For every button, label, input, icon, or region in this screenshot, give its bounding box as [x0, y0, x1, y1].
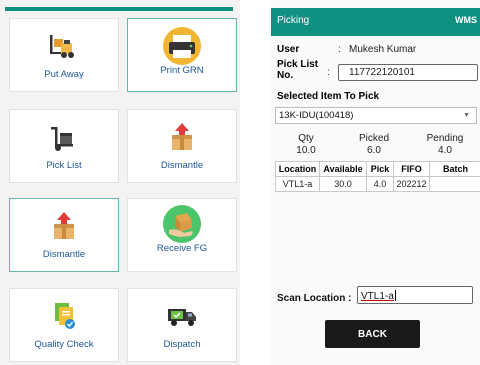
hand-truck-icon: [48, 120, 80, 154]
user-value: Mukesh Kumar: [349, 44, 417, 55]
forklift-icon: [47, 29, 81, 63]
quality-check-tile[interactable]: Quality Check: [9, 288, 119, 362]
tile-label: Pick List: [46, 160, 82, 171]
selected-item-label: Selected Item To Pick: [277, 91, 380, 102]
user-label: User: [277, 44, 300, 55]
print-grn-tile[interactable]: Print GRN: [127, 18, 237, 92]
title-bar: Picking WMS: [271, 8, 480, 36]
tile-label: Dispatch: [163, 339, 201, 350]
pick-list-separator: :: [327, 67, 330, 78]
picked-value: 6.0: [367, 145, 381, 156]
scan-location-input[interactable]: VTL1-a: [357, 286, 473, 304]
qty-value: 10.0: [296, 145, 316, 156]
pending-label: Pending: [426, 133, 464, 144]
app-badge: WMS: [455, 15, 477, 25]
screen-title: Picking: [277, 15, 310, 26]
tile-label: Print GRN: [160, 65, 204, 76]
pick-list-number-field[interactable]: 117722120101: [338, 64, 478, 81]
quality-docs-icon: [49, 299, 79, 333]
menu-top-bar: [5, 7, 233, 11]
pick-list-tile[interactable]: Pick List: [9, 109, 119, 183]
text-caret: [394, 290, 396, 301]
table-cell: 202212: [393, 176, 430, 192]
dispatch-tile[interactable]: Dispatch: [127, 288, 237, 362]
picked-block: Picked 6.0: [349, 133, 399, 157]
qty-label: Qty: [298, 133, 314, 144]
column-header: Location: [275, 161, 320, 177]
qty-block: Qty 10.0: [283, 133, 329, 157]
picked-label: Picked: [358, 133, 389, 144]
delivery-truck-icon: [165, 299, 199, 333]
pending-value: 4.0: [438, 145, 452, 156]
dismantle-tile[interactable]: Dismantle: [127, 109, 237, 183]
table-header-row: Location Available Pick FIFO Batch: [275, 161, 480, 177]
tile-label: Receive FG: [156, 243, 208, 254]
selected-item-value: 13K-IDU(100418): [279, 110, 354, 121]
scan-location-label: Scan Location :: [277, 293, 352, 304]
tile-label: Put Away: [44, 69, 84, 80]
pick-list-label-2: No.: [277, 70, 294, 81]
dismantle-tile-2[interactable]: Dismantle: [9, 198, 119, 272]
pending-block: Pending 4.0: [419, 133, 471, 157]
column-header: FIFO: [393, 161, 430, 177]
table-row[interactable]: VTL1-a 30.0 4.0 202212: [275, 176, 480, 192]
scan-location-value: VTL1-a: [361, 291, 394, 302]
menu-panel: Put Away Print GRN Pick List Dismantle D…: [0, 0, 240, 365]
table-cell: 30.0: [319, 176, 367, 192]
tile-label: Dismantle: [42, 249, 86, 260]
picking-screen: Picking WMS User : Mukesh Kumar Pick Lis…: [271, 0, 480, 365]
tile-label: Dismantle: [160, 160, 204, 171]
pick-list-label: Pick List: [277, 59, 319, 70]
table-cell: 4.0: [366, 176, 394, 192]
quantity-summary: Qty 10.0 Picked 6.0 Pending 4.0: [271, 133, 480, 159]
box-hand-icon: [162, 205, 202, 243]
box-arrow-up-icon: [49, 209, 79, 243]
put-away-tile[interactable]: Put Away: [9, 18, 119, 92]
back-button[interactable]: BACK: [325, 320, 420, 348]
tile-label: Quality Check: [34, 339, 94, 350]
receive-fg-tile[interactable]: Receive FG: [127, 198, 237, 272]
location-table: Location Available Pick FIFO Batch VTL1-…: [275, 161, 480, 192]
user-separator: :: [338, 44, 341, 55]
box-arrow-up-icon: [167, 120, 197, 154]
table-cell: VTL1-a: [275, 176, 320, 192]
column-header: Available: [319, 161, 367, 177]
dropdown-arrow-icon: ▼: [463, 112, 470, 119]
printer-icon: [162, 27, 202, 65]
column-header: Batch: [429, 161, 480, 177]
column-header: Pick: [366, 161, 394, 177]
selected-item-dropdown[interactable]: 13K-IDU(100418) ▼: [275, 107, 477, 124]
table-cell: [429, 176, 480, 192]
